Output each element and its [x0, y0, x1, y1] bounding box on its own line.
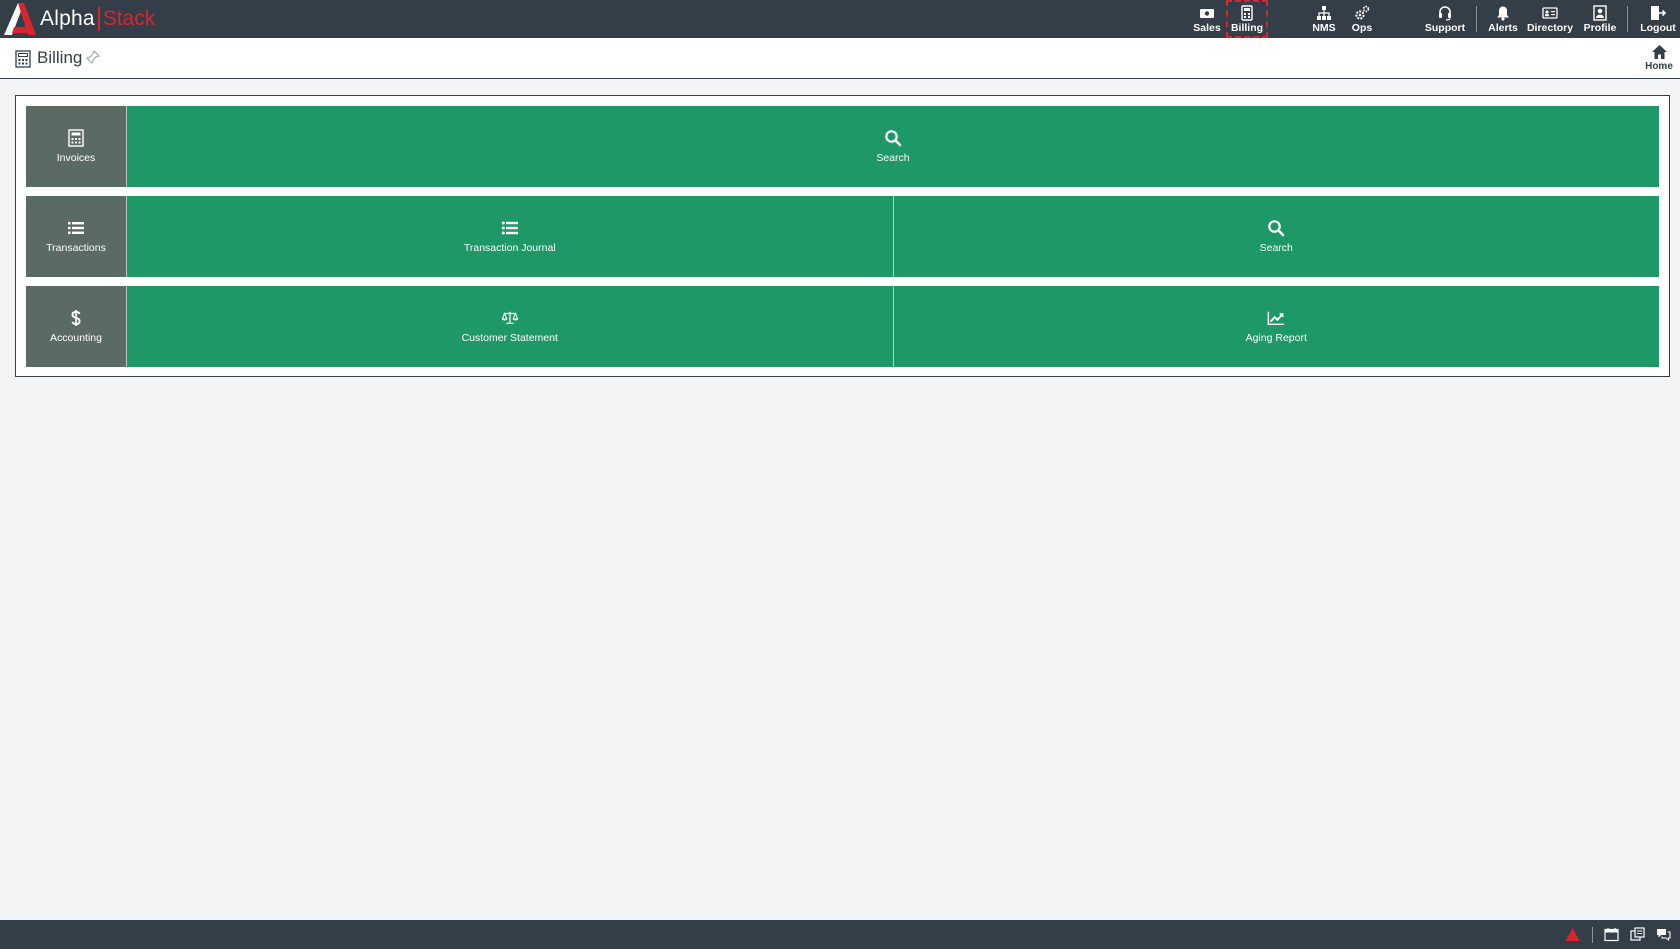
search-icon [1268, 220, 1285, 237]
line-chart-icon [1267, 311, 1285, 326]
calculator-icon [1241, 4, 1253, 21]
nav-directory-label: Directory [1526, 21, 1574, 34]
nav-ops-label: Ops [1351, 21, 1373, 34]
billing-panel: Invoices Search Transactions Transaction… [15, 95, 1670, 377]
tile-group: Transaction Journal Search [126, 196, 1659, 277]
tile-aging-report[interactable]: Aging Report [892, 286, 1659, 367]
section-header-invoices: Invoices [26, 106, 126, 187]
nav-alerts[interactable]: Alerts [1486, 0, 1520, 38]
section-label: Accounting [50, 332, 102, 344]
section-invoices: Invoices Search [26, 106, 1659, 187]
gears-icon [1355, 5, 1370, 20]
nav-billing[interactable]: Billing [1226, 0, 1268, 38]
page-title: Billing [37, 48, 83, 67]
tile-label: Search [1259, 242, 1293, 254]
pin-icon[interactable] [86, 50, 100, 64]
brand-logo[interactable]: Alpha Stack [0, 0, 155, 38]
nav-alerts-label: Alerts [1488, 21, 1518, 34]
section-label: Transactions [46, 242, 106, 254]
tile-label: Search [876, 152, 910, 164]
nav-nms-label: NMS [1312, 21, 1336, 34]
id-card-icon [1542, 6, 1558, 19]
section-label: Invoices [56, 152, 96, 164]
nav-sales[interactable]: Sales [1190, 0, 1224, 38]
alphastack-logo-icon [4, 3, 36, 35]
windows-icon[interactable] [1630, 927, 1645, 942]
user-square-icon [1593, 4, 1607, 21]
nav-logout[interactable]: Logout [1638, 0, 1678, 38]
home-icon [1651, 45, 1667, 59]
network-icon [1317, 5, 1331, 20]
headset-icon [1439, 5, 1451, 21]
nav-divider [1476, 6, 1477, 32]
list-icon [68, 222, 84, 234]
brand-divider [97, 7, 100, 31]
home-label: Home [1645, 61, 1673, 72]
footer-divider [1592, 927, 1593, 943]
page-header: Billing Home [0, 38, 1680, 79]
section-header-transactions: Transactions [26, 196, 126, 277]
nav-sales-label: Sales [1193, 21, 1221, 34]
logout-icon [1651, 5, 1666, 20]
nav-logout-label: Logout [1640, 21, 1676, 34]
bell-icon [1497, 6, 1509, 21]
top-nav: Alpha Stack Sales Billing NMS Ops Suppor… [0, 0, 1680, 38]
nav-directory[interactable]: Directory [1524, 0, 1576, 38]
dollar-icon [71, 310, 81, 326]
search-icon [885, 130, 902, 147]
tile-group: Search [126, 106, 1659, 187]
calculator-icon [15, 50, 31, 68]
nav-profile[interactable]: Profile [1582, 0, 1618, 38]
tile-transactions-search[interactable]: Search [892, 196, 1659, 277]
balance-scale-icon [501, 311, 519, 325]
nav-support[interactable]: Support [1422, 0, 1468, 38]
nav-profile-label: Profile [1583, 21, 1617, 34]
calculator-icon [68, 129, 84, 147]
tile-invoices-search[interactable]: Search [126, 106, 1659, 187]
chat-icon[interactable] [1656, 927, 1671, 942]
status-bar [0, 920, 1680, 949]
nav-ops[interactable]: Ops [1346, 0, 1378, 38]
nav-billing-label: Billing [1230, 21, 1264, 34]
tile-group: Customer Statement Aging Report [126, 286, 1659, 367]
nav-nms[interactable]: NMS [1306, 0, 1342, 38]
calendar-icon[interactable] [1604, 927, 1619, 942]
tile-transaction-journal[interactable]: Transaction Journal [126, 196, 893, 277]
nav-divider [1627, 6, 1628, 32]
cash-icon [1200, 8, 1214, 18]
brand-alpha-text: Alpha [40, 7, 95, 30]
tile-label: Aging Report [1245, 332, 1307, 344]
tile-customer-statement[interactable]: Customer Statement [126, 286, 893, 367]
section-transactions: Transactions Transaction Journal Search [26, 196, 1659, 277]
warning-icon[interactable] [1565, 927, 1580, 942]
tile-label: Customer Statement [461, 332, 558, 344]
list-icon [501, 221, 518, 235]
section-header-accounting: Accounting [26, 286, 126, 367]
tile-label: Transaction Journal [463, 242, 556, 254]
brand-stack-text: Stack [102, 7, 156, 30]
home-button[interactable]: Home [1644, 44, 1674, 76]
nav-support-label: Support [1424, 21, 1466, 34]
section-accounting: Accounting Customer Statement Aging Repo… [26, 286, 1659, 367]
